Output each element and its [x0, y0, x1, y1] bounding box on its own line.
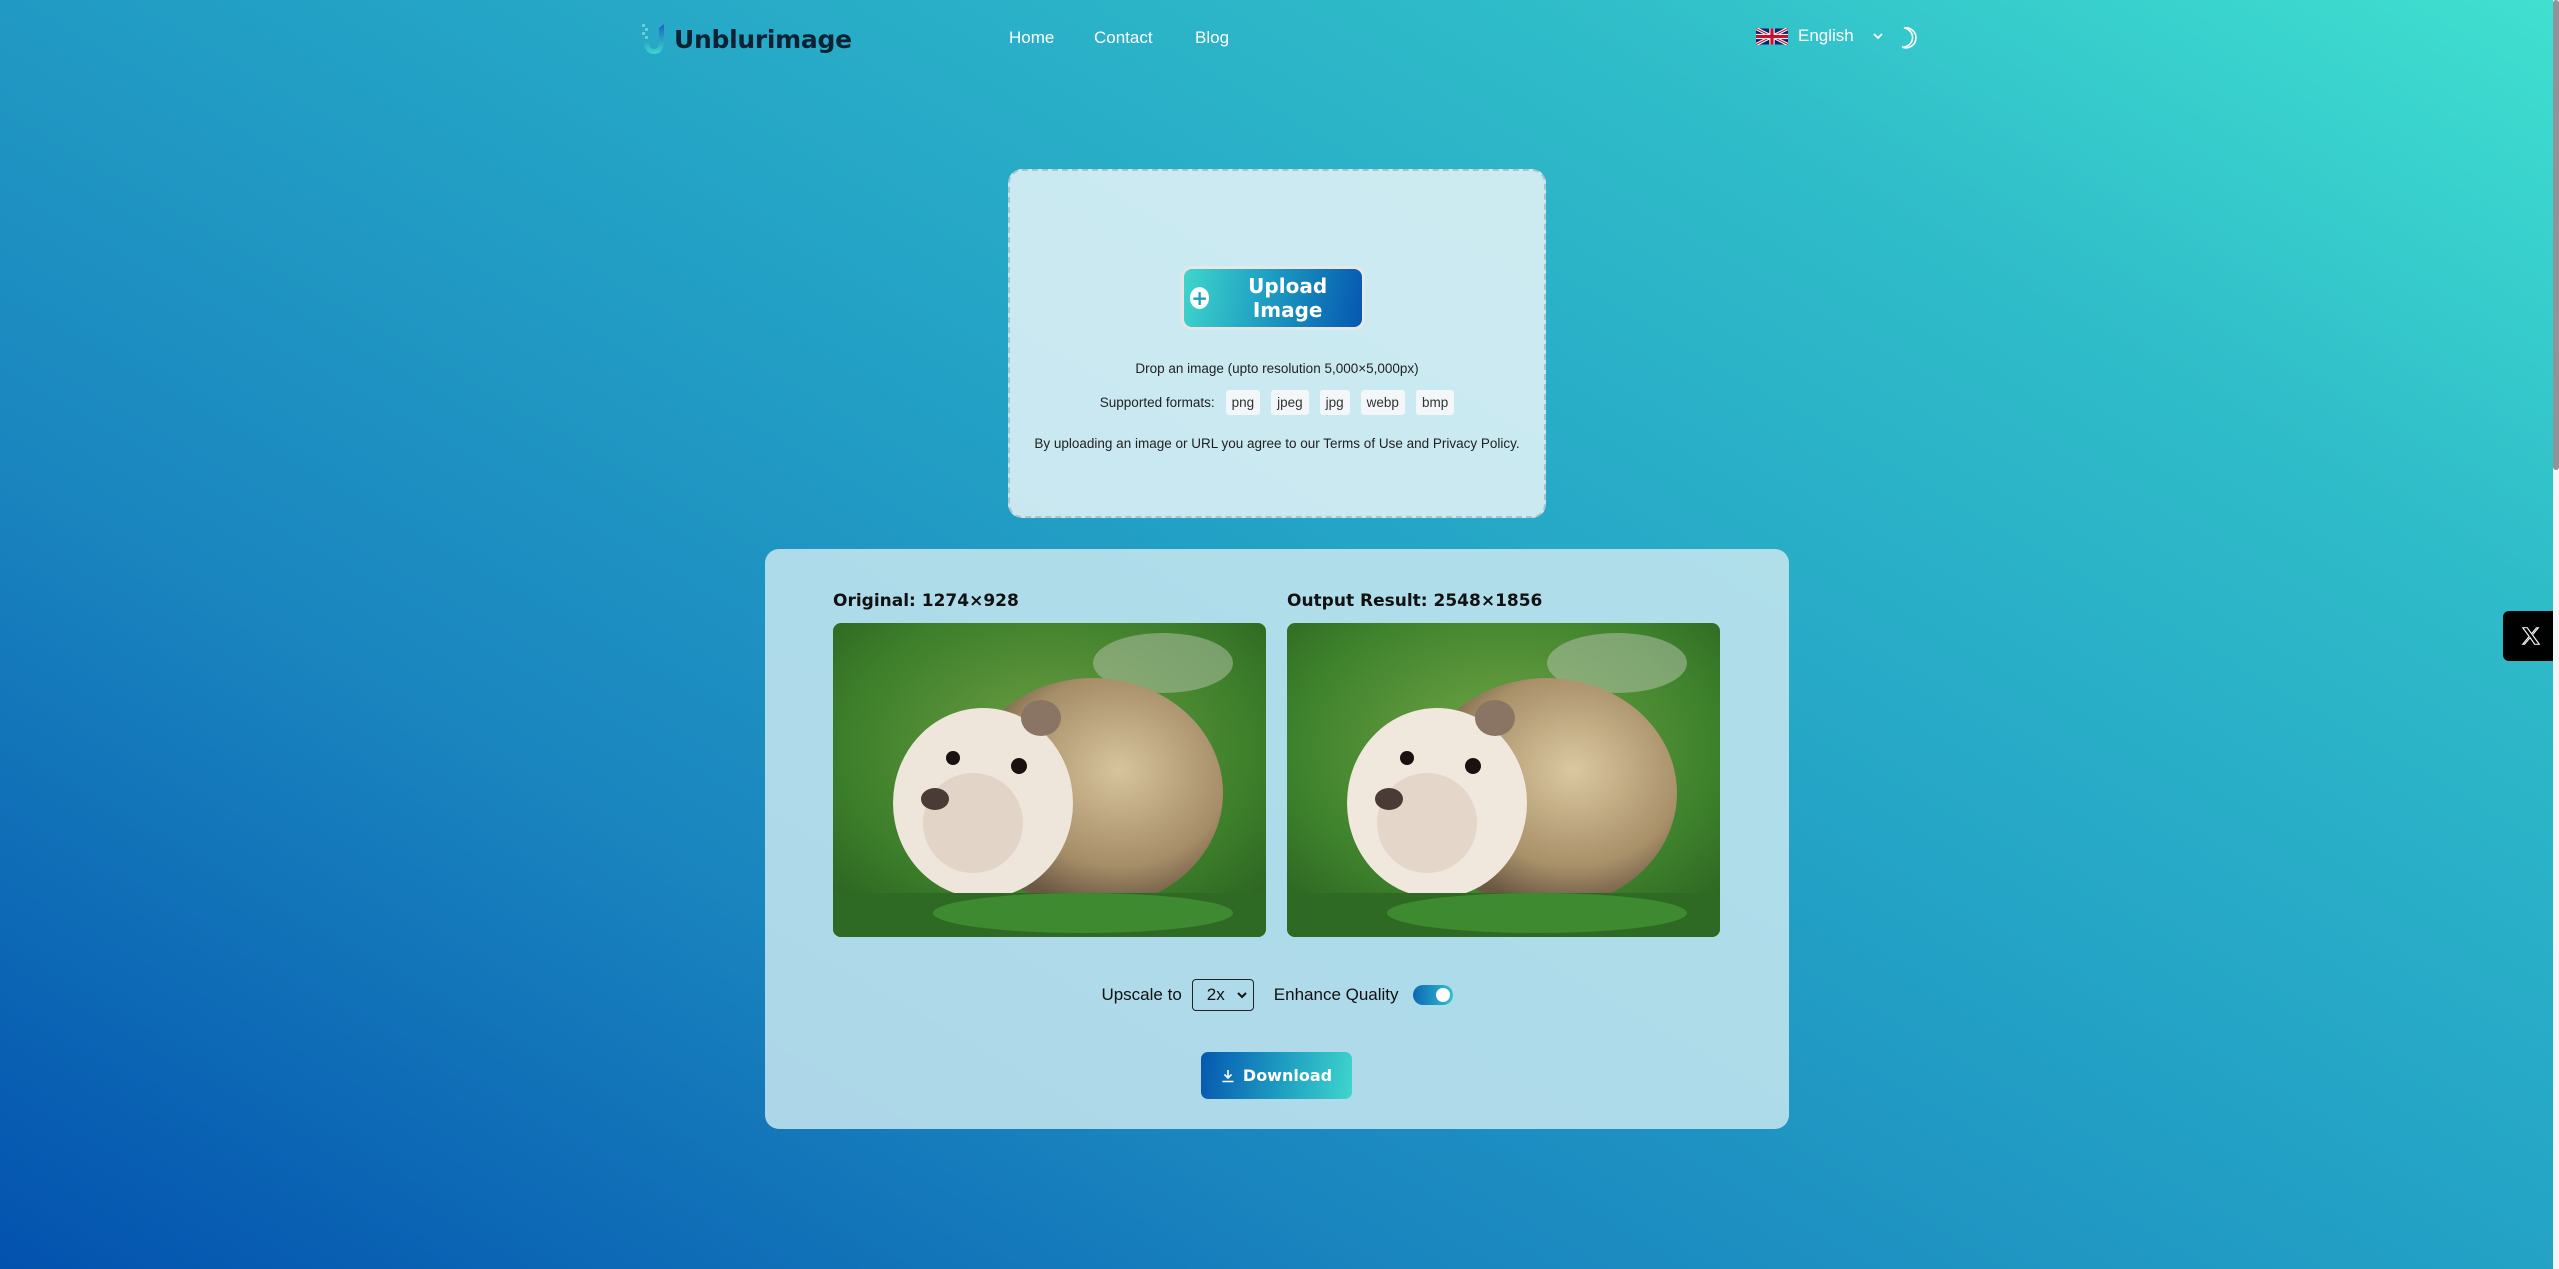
result-panel: Original: 1274×928 Output Result: 2548×1…	[765, 549, 1789, 1129]
chevron-down-icon	[1873, 33, 1883, 40]
scrollbar-thumb[interactable]	[2553, 0, 2559, 470]
upload-image-button[interactable]: + Upload Image	[1184, 269, 1362, 327]
x-share-button[interactable]	[2503, 611, 2559, 661]
output-label: Output Result: 2548×1856	[1287, 591, 1543, 611]
format-badge: bmp	[1415, 390, 1455, 415]
nav-blog[interactable]: Blog	[1195, 28, 1229, 48]
format-badge: jpg	[1319, 390, 1350, 415]
upscale-label: Upscale to	[1101, 985, 1182, 1004]
supported-formats: Supported formats: png jpeg jpg webp bmp	[1010, 390, 1544, 415]
download-button[interactable]: Download	[1201, 1052, 1352, 1099]
uk-flag-icon	[1756, 27, 1788, 45]
download-label: Download	[1242, 1066, 1333, 1085]
upload-dropzone[interactable]: + Upload Image Drop an image (upto resol…	[1008, 169, 1546, 518]
output-image	[1287, 623, 1720, 937]
hedgehog-image	[1287, 623, 1720, 937]
formats-label: Supported formats:	[1099, 395, 1215, 410]
enhance-quality-toggle[interactable]	[1412, 985, 1453, 1005]
plus-circle-icon: +	[1190, 286, 1210, 310]
language-selector[interactable]: English	[1756, 26, 1884, 46]
format-badge: jpeg	[1271, 390, 1309, 415]
logo-icon	[642, 24, 664, 54]
original-label: Original: 1274×928	[833, 591, 1019, 611]
logo[interactable]: Unblurimage	[640, 22, 852, 56]
drop-instructions: Drop an image (upto resolution 5,000×5,0…	[1135, 361, 1419, 376]
page-scrollbar[interactable]	[2553, 0, 2559, 1269]
x-twitter-icon	[2521, 627, 2541, 645]
upscale-value: 2x	[1206, 985, 1225, 1004]
moon-icon[interactable]	[1898, 26, 1918, 50]
upscale-controls: Upscale to 2x Enhance Quality	[765, 979, 1789, 1011]
language-label: English	[1798, 26, 1854, 45]
logo-text: Unblurimage	[674, 24, 852, 54]
toggle-knob	[1435, 988, 1450, 1002]
original-image	[833, 623, 1266, 937]
format-badge: png	[1225, 390, 1261, 415]
chevron-down-icon	[1237, 991, 1247, 998]
upload-button-label: Upload Image	[1248, 274, 1328, 322]
enhance-quality-label: Enhance Quality	[1273, 985, 1399, 1004]
terms-notice: By uploading an image or URL you agree t…	[1034, 436, 1520, 451]
download-icon	[1222, 1069, 1234, 1082]
upscale-select[interactable]: 2x	[1191, 979, 1254, 1011]
nav-contact[interactable]: Contact	[1094, 28, 1153, 48]
format-badge: webp	[1360, 390, 1405, 415]
nav-home[interactable]: Home	[1009, 28, 1054, 48]
hedgehog-image	[833, 623, 1266, 937]
